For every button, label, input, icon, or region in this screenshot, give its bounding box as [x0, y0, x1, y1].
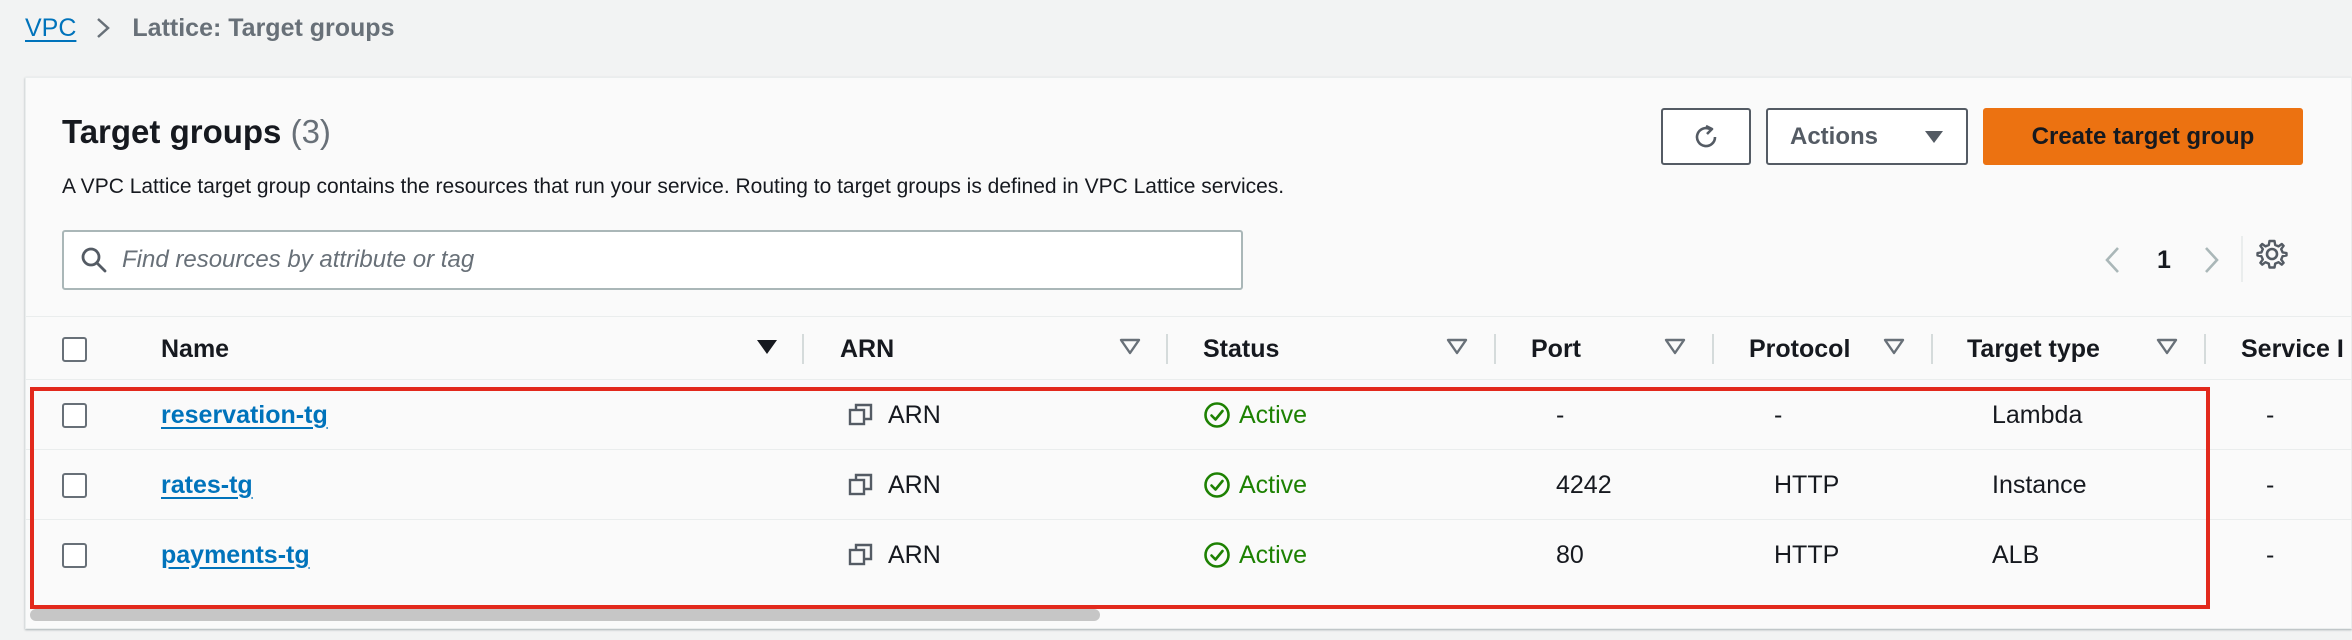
check-circle-icon — [1204, 472, 1230, 498]
column-divider[interactable] — [1712, 334, 1714, 364]
item-count: (3) — [290, 113, 331, 150]
column-header-arn[interactable]: ARN — [840, 318, 894, 380]
port-cell: 80 — [1556, 540, 1584, 569]
target-type-cell: ALB — [1992, 540, 2040, 569]
arn-text: ARN — [888, 470, 941, 499]
page-title-text: Target groups — [62, 113, 282, 150]
status-cell: Active — [1203, 520, 1307, 590]
copy-icon[interactable] — [848, 402, 874, 428]
preferences-button[interactable] — [2256, 238, 2288, 275]
page-number-button[interactable]: 1 — [2157, 238, 2171, 282]
check-circle-icon — [1204, 402, 1230, 428]
status-text: Active — [1239, 470, 1308, 499]
search-icon — [81, 247, 107, 273]
search-field[interactable] — [62, 230, 1243, 290]
select-all-cell — [62, 318, 87, 380]
target-group-link[interactable]: reservation-tg — [161, 401, 328, 430]
row-checkbox[interactable] — [62, 472, 87, 498]
select-all-checkbox[interactable] — [62, 336, 87, 362]
copy-icon[interactable] — [848, 472, 874, 498]
arn-text: ARN — [888, 540, 941, 569]
status-cell: Active — [1203, 380, 1307, 450]
target-type-cell: Instance — [1992, 470, 2087, 499]
previous-page-button[interactable] — [2104, 238, 2120, 282]
port-cell: 4242 — [1556, 470, 1612, 499]
search-input[interactable] — [122, 246, 1222, 274]
arn-cell: ARN — [848, 450, 941, 520]
column-header-service[interactable]: Service I — [2241, 318, 2344, 380]
column-header-status[interactable]: Status — [1203, 318, 1279, 380]
protocol-cell: HTTP — [1774, 470, 1840, 499]
target-groups-panel: Target groups (3) A VPC Lattice target g… — [25, 77, 2352, 629]
status-text: Active — [1239, 540, 1308, 569]
toolbar-divider — [2241, 236, 2243, 282]
gear-icon — [2256, 239, 2288, 269]
column-divider[interactable] — [1494, 334, 1496, 364]
next-page-button[interactable] — [2204, 238, 2220, 282]
table-row[interactable]: payments-tg ARN Active 80 HTTP ALB - — [26, 520, 2351, 590]
table-header: Name ARN Status Port Protocol Target typ… — [26, 318, 2351, 380]
create-target-group-button[interactable]: Create target group — [1983, 108, 2303, 165]
chevron-right-icon — [2205, 247, 2219, 273]
refresh-icon — [1695, 124, 1717, 147]
check-circle-icon — [1204, 542, 1230, 568]
column-header-name[interactable]: Name — [161, 318, 229, 380]
status-cell: Active — [1203, 450, 1307, 520]
column-divider[interactable] — [1931, 334, 1933, 364]
arn-text: ARN — [888, 400, 941, 429]
status-text: Active — [1239, 400, 1308, 429]
table-top-border — [26, 316, 2351, 317]
protocol-cell: HTTP — [1774, 540, 1840, 569]
scrollbar-thumb[interactable] — [30, 609, 1100, 621]
service-cell: - — [2266, 470, 2275, 499]
column-divider[interactable] — [1166, 334, 1168, 364]
sort-icon[interactable] — [1664, 338, 1686, 356]
refresh-button[interactable] — [1661, 108, 1751, 165]
sort-descending-icon[interactable] — [756, 338, 778, 356]
arn-cell: ARN — [848, 380, 941, 450]
sort-icon[interactable] — [1446, 338, 1468, 356]
page-title: Target groups (3) — [62, 113, 331, 151]
row-checkbox[interactable] — [62, 402, 87, 428]
actions-dropdown[interactable]: Actions — [1766, 108, 1968, 165]
breadcrumb-current: Lattice: Target groups — [132, 13, 395, 42]
target-type-cell: Lambda — [1992, 400, 2083, 429]
column-header-port[interactable]: Port — [1531, 318, 1581, 380]
column-divider[interactable] — [2204, 334, 2206, 364]
sort-icon[interactable] — [1119, 338, 1141, 356]
page-description: A VPC Lattice target group contains the … — [62, 175, 1285, 198]
target-group-link[interactable]: payments-tg — [161, 541, 310, 570]
table-row[interactable]: reservation-tg ARN Active - - Lambda - — [26, 380, 2351, 450]
column-header-target-type[interactable]: Target type — [1967, 318, 2100, 380]
port-cell: - — [1556, 400, 1565, 429]
row-checkbox[interactable] — [62, 542, 87, 568]
chevron-right-icon — [96, 17, 111, 39]
protocol-cell: - — [1774, 400, 1783, 429]
chevron-left-icon — [2105, 247, 2119, 273]
service-cell: - — [2266, 540, 2275, 569]
sort-icon[interactable] — [2156, 338, 2178, 356]
sort-icon[interactable] — [1883, 338, 1905, 356]
target-group-link[interactable]: rates-tg — [161, 471, 253, 500]
breadcrumb-vpc-link[interactable]: VPC — [25, 14, 76, 43]
actions-label: Actions — [1790, 122, 1879, 150]
service-cell: - — [2266, 400, 2275, 429]
breadcrumb: VPC Lattice: Target groups — [25, 10, 394, 46]
table-row[interactable]: rates-tg ARN Active 4242 HTTP Instance - — [26, 450, 2351, 520]
arn-cell: ARN — [848, 520, 941, 590]
copy-icon[interactable] — [848, 542, 874, 568]
caret-down-icon — [1925, 130, 1943, 143]
column-header-protocol[interactable]: Protocol — [1749, 318, 1850, 380]
column-divider[interactable] — [802, 334, 804, 364]
